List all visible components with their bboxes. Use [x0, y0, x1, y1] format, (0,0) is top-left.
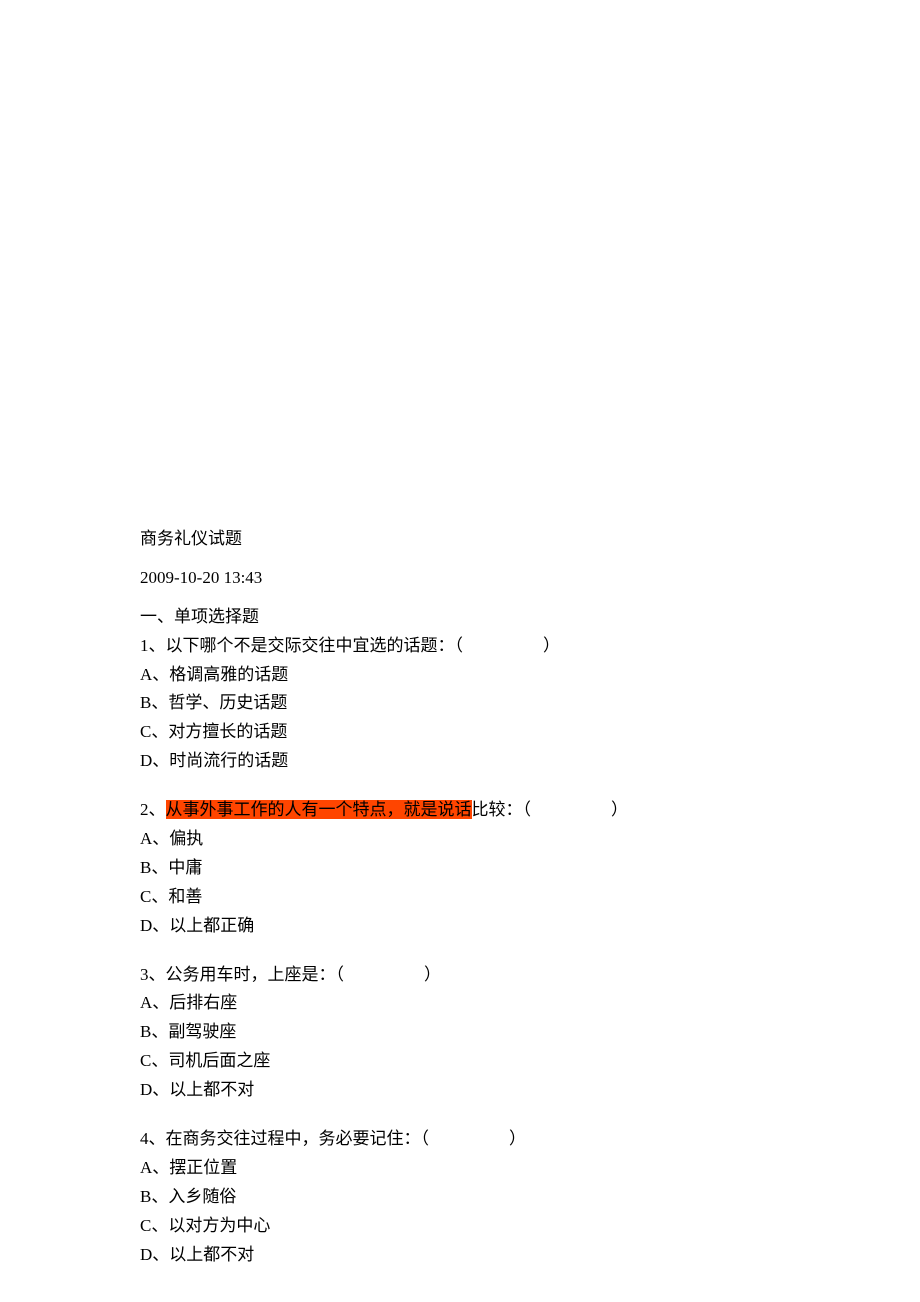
question-2: 2、从事外事工作的人有一个特点，就是说话比较：（） A、偏执 B、中庸 C、和善… [140, 796, 920, 940]
question-1: 1、以下哪个不是交际交往中宜选的话题：（） A、格调高雅的话题 B、哲学、历史话… [140, 632, 920, 776]
question-1-text: 1、以下哪个不是交际交往中宜选的话题：（） [140, 632, 920, 661]
question-1-option-a: A、格调高雅的话题 [140, 661, 920, 690]
question-4-option-a: A、摆正位置 [140, 1154, 920, 1183]
question-4-text: 4、在商务交往过程中，务必要记住：（） [140, 1125, 920, 1154]
question-3-option-b: B、副驾驶座 [140, 1018, 920, 1047]
question-2-option-b: B、中庸 [140, 854, 920, 883]
question-1-option-b: B、哲学、历史话题 [140, 689, 920, 718]
question-1-option-d: D、时尚流行的话题 [140, 747, 920, 776]
question-3-text: 3、公务用车时，上座是：（） [140, 961, 920, 990]
document-timestamp: 2009-10-20 13:43 [140, 564, 920, 593]
question-3-option-c: C、司机后面之座 [140, 1047, 920, 1076]
highlighted-text: 从事外事工作的人有一个特点，就是说话 [166, 800, 472, 819]
question-3-option-a: A、后排右座 [140, 989, 920, 1018]
question-2-option-d: D、以上都正确 [140, 912, 920, 941]
document-title: 商务礼仪试题 [140, 525, 920, 554]
question-4-option-c: C、以对方为中心 [140, 1212, 920, 1241]
question-4-option-b: B、入乡随俗 [140, 1183, 920, 1212]
question-3-option-d: D、以上都不对 [140, 1076, 920, 1105]
question-2-text: 2、从事外事工作的人有一个特点，就是说话比较：（） [140, 796, 920, 825]
question-1-option-c: C、对方擅长的话题 [140, 718, 920, 747]
question-4-option-d: D、以上都不对 [140, 1241, 920, 1270]
section-header: 一、单项选择题 [140, 603, 920, 632]
question-3: 3、公务用车时，上座是：（） A、后排右座 B、副驾驶座 C、司机后面之座 D、… [140, 961, 920, 1105]
question-4: 4、在商务交往过程中，务必要记住：（） A、摆正位置 B、入乡随俗 C、以对方为… [140, 1125, 920, 1269]
question-2-option-a: A、偏执 [140, 825, 920, 854]
question-2-option-c: C、和善 [140, 883, 920, 912]
